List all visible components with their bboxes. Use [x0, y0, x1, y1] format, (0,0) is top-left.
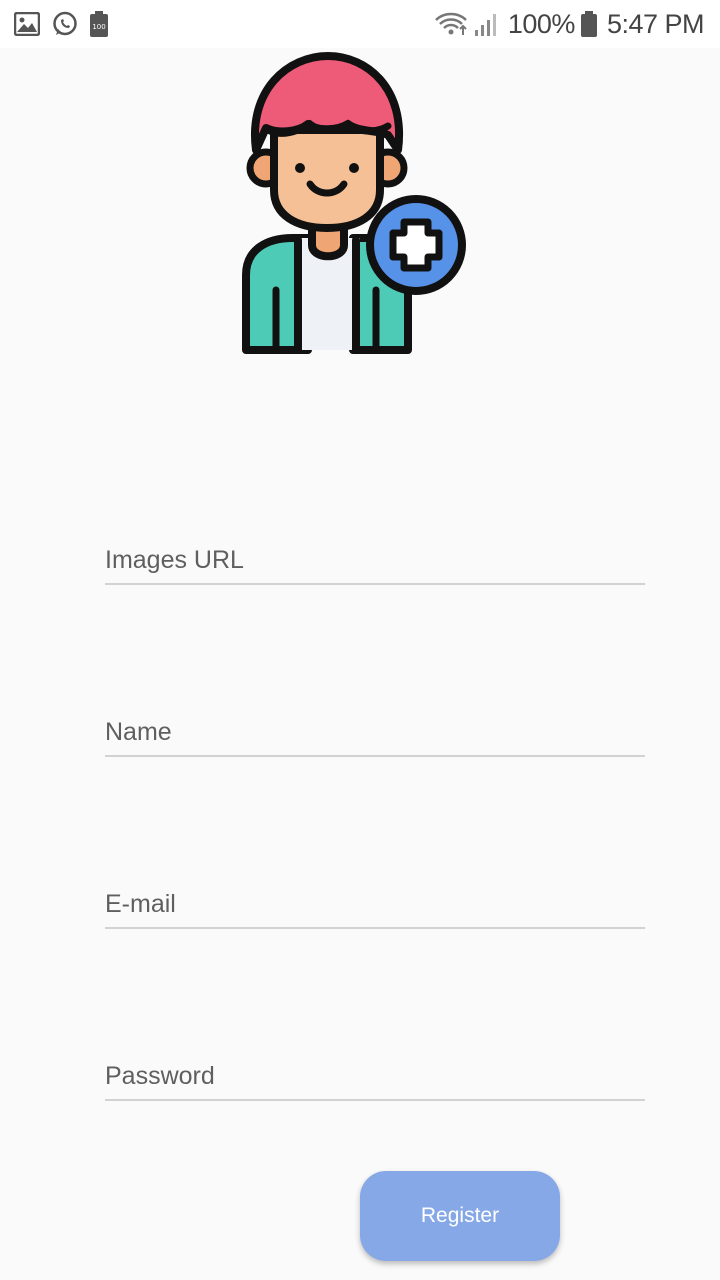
name-field[interactable]: Name	[105, 697, 645, 757]
password-field[interactable]: Password	[105, 1041, 645, 1101]
image-url-underline	[105, 583, 645, 585]
image-url-field[interactable]: Images URL	[105, 525, 645, 585]
email-field[interactable]: E-mail	[105, 869, 645, 929]
password-placeholder: Password	[105, 1062, 215, 1090]
name-placeholder: Name	[105, 718, 172, 746]
battery-saver-badge: 100	[92, 23, 105, 31]
battery-saver-icon: 100	[90, 11, 108, 37]
clock: 5:47 PM	[606, 8, 705, 39]
signal-icon	[474, 12, 500, 36]
status-bar: 100 100% 5:47 PM	[0, 0, 720, 48]
register-button[interactable]: Register	[360, 1171, 560, 1261]
email-underline	[105, 927, 645, 929]
notification-icons: 100	[14, 10, 120, 38]
battery-icon	[580, 11, 597, 37]
password-underline	[105, 1099, 645, 1101]
wifi-icon	[434, 11, 468, 37]
battery-percent: 100%	[507, 8, 576, 39]
name-underline	[105, 755, 645, 757]
image-url-placeholder: Images URL	[105, 546, 244, 574]
whatsapp-icon	[52, 11, 78, 37]
gallery-icon	[14, 12, 40, 36]
system-icons: 100% 5:47 PM	[428, 8, 705, 40]
add-user-avatar-illustration	[238, 50, 478, 360]
email-placeholder: E-mail	[105, 890, 176, 918]
